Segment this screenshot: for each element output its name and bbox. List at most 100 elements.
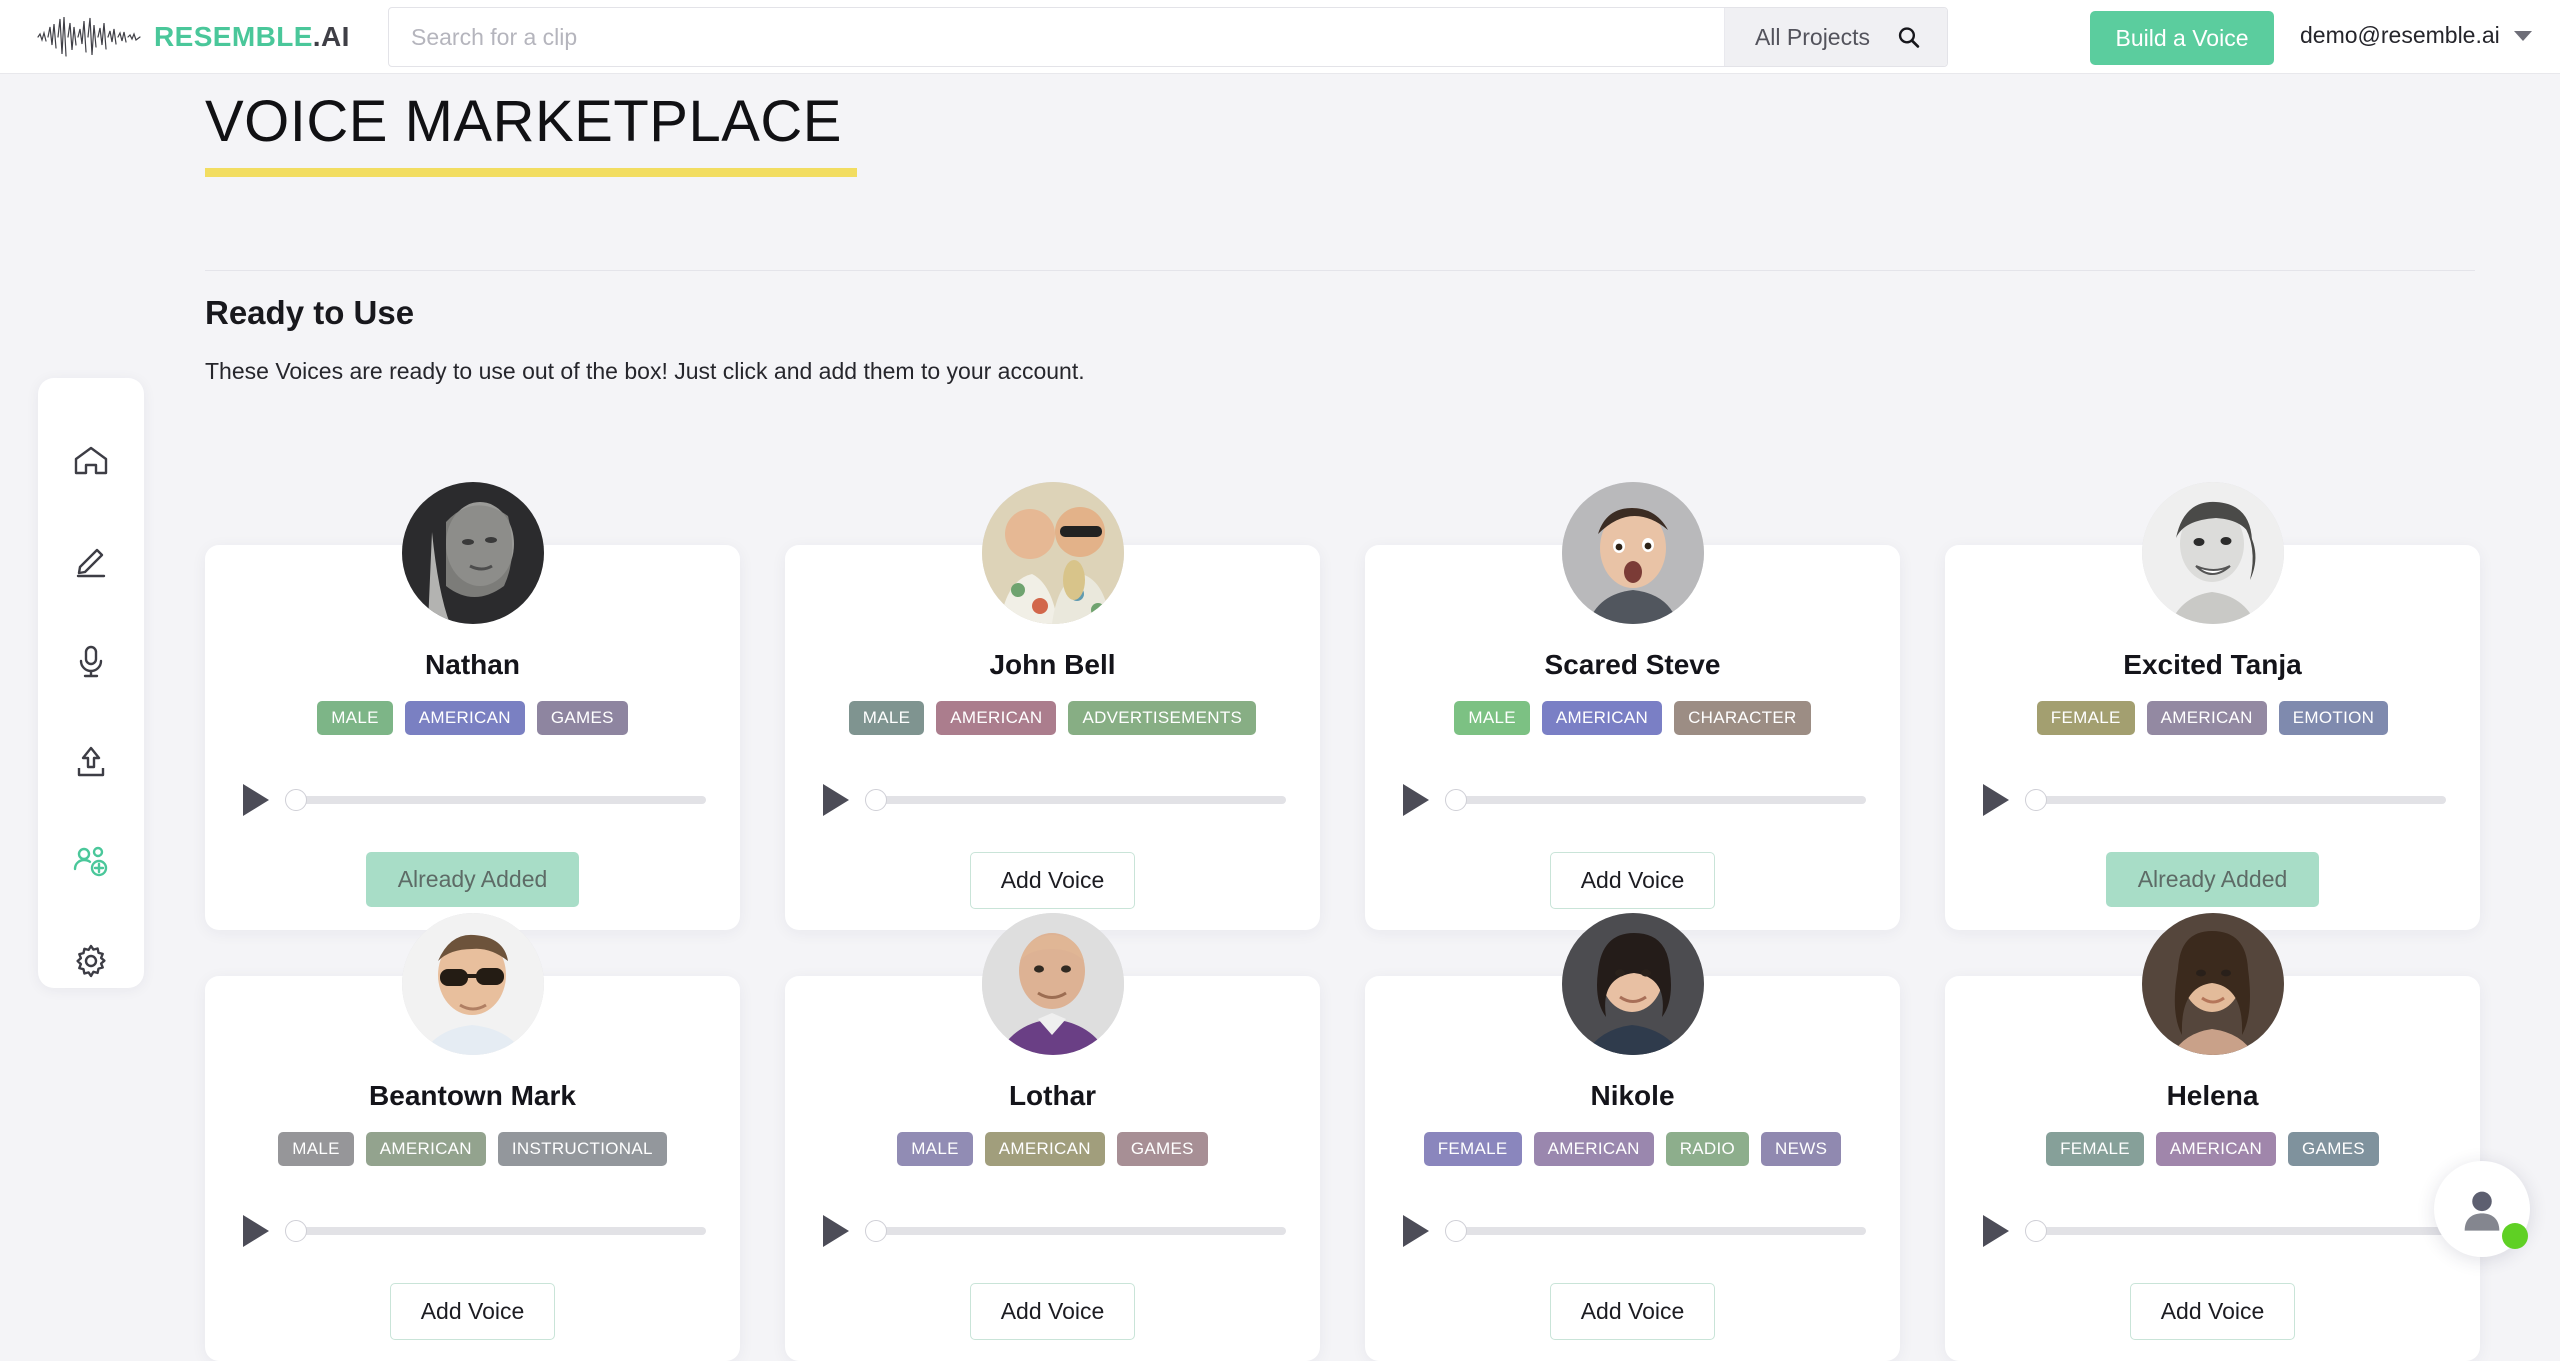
add-voice-button[interactable]: Add Voice bbox=[1550, 1283, 1716, 1340]
voice-tag[interactable]: MALE bbox=[1454, 701, 1530, 735]
brand-logo[interactable]: RESEMBLE.AI bbox=[36, 15, 386, 59]
slider-knob[interactable] bbox=[1445, 1220, 1467, 1242]
card-action-row: Add Voice bbox=[227, 1283, 718, 1340]
avatar-image bbox=[2142, 482, 2284, 624]
audio-player bbox=[243, 1215, 706, 1247]
add-voice-button[interactable]: Add Voice bbox=[2130, 1283, 2296, 1340]
voice-tag[interactable]: AMERICAN bbox=[1534, 1132, 1654, 1166]
voice-tag[interactable]: FEMALE bbox=[1424, 1132, 1522, 1166]
voice-tag[interactable]: AMERICAN bbox=[405, 701, 525, 735]
voice-card[interactable]: Excited TanjaFEMALEAMERICANEMOTIONAlread… bbox=[1945, 545, 2480, 930]
voice-tag[interactable]: GAMES bbox=[1117, 1132, 1208, 1166]
voice-tag[interactable]: AMERICAN bbox=[936, 701, 1056, 735]
voice-tag[interactable]: AMERICAN bbox=[366, 1132, 486, 1166]
play-icon[interactable] bbox=[1403, 784, 1429, 816]
progress-slider[interactable] bbox=[1447, 1227, 1866, 1235]
add-people-icon[interactable] bbox=[71, 841, 111, 881]
add-voice-button[interactable]: Add Voice bbox=[970, 1283, 1136, 1340]
waveform-icon bbox=[36, 15, 144, 59]
voice-tag[interactable]: RADIO bbox=[1666, 1132, 1749, 1166]
home-icon[interactable] bbox=[71, 441, 111, 481]
slider-knob[interactable] bbox=[2025, 789, 2047, 811]
voice-tag[interactable]: INSTRUCTIONAL bbox=[498, 1132, 667, 1166]
sidebar-item-gear[interactable] bbox=[68, 938, 114, 984]
microphone-icon[interactable] bbox=[71, 641, 111, 681]
voice-card[interactable]: HelenaFEMALEAMERICANGAMESAdd Voice bbox=[1945, 976, 2480, 1361]
search-icon[interactable] bbox=[1896, 25, 1921, 50]
user-avatar-icon bbox=[2456, 1183, 2508, 1235]
voice-tag[interactable]: FEMALE bbox=[2037, 701, 2135, 735]
progress-slider[interactable] bbox=[867, 1227, 1286, 1235]
voice-tag[interactable]: MALE bbox=[317, 701, 393, 735]
voice-tag-list: MALE AMERICAN INSTRUCTIONAL bbox=[227, 1132, 718, 1166]
slider-knob[interactable] bbox=[865, 1220, 887, 1242]
slider-knob[interactable] bbox=[285, 1220, 307, 1242]
progress-slider[interactable] bbox=[287, 796, 706, 804]
sidebar-item-upload[interactable] bbox=[68, 738, 114, 784]
voice-card[interactable]: Nathan MALE AMERICAN GAMES Already Added bbox=[205, 545, 740, 930]
gear-icon[interactable] bbox=[71, 941, 111, 981]
sidebar-item-home[interactable] bbox=[68, 438, 114, 484]
voice-card[interactable]: Beantown Mark MALE AMERICAN INSTRUCTIONAL Ad… bbox=[205, 976, 740, 1361]
progress-slider[interactable] bbox=[867, 796, 1286, 804]
account-menu[interactable]: demo@resemble.ai bbox=[2300, 22, 2532, 49]
progress-slider[interactable] bbox=[287, 1227, 706, 1235]
edit-icon[interactable] bbox=[71, 541, 111, 581]
voice-card[interactable]: NikoleFEMALEAMERICANRADIONEWSAdd Voice bbox=[1365, 976, 1900, 1361]
sidebar-item-microphone[interactable] bbox=[68, 638, 114, 684]
search-bar[interactable]: All Projects bbox=[388, 7, 1948, 67]
card-action-row: Already Added bbox=[1967, 852, 2458, 907]
voice-tag[interactable]: AMERICAN bbox=[2156, 1132, 2276, 1166]
voice-tag[interactable]: AMERICAN bbox=[2147, 701, 2267, 735]
voice-tag[interactable]: GAMES bbox=[537, 701, 628, 735]
voice-tag[interactable]: MALE bbox=[849, 701, 925, 735]
voice-card[interactable]: LotharMALEAMERICANGAMESAdd Voice bbox=[785, 976, 1320, 1361]
voice-name: Nathan bbox=[227, 649, 718, 681]
sidebar-item-edit[interactable] bbox=[68, 538, 114, 584]
progress-slider[interactable] bbox=[1447, 796, 1866, 804]
voice-tag[interactable]: CHARACTER bbox=[1674, 701, 1811, 735]
progress-slider[interactable] bbox=[2027, 796, 2446, 804]
card-action-row: Add Voice bbox=[807, 1283, 1298, 1340]
build-a-voice-button[interactable]: Build a Voice bbox=[2090, 11, 2274, 65]
voice-name: Beantown Mark bbox=[227, 1080, 718, 1112]
voice-tag[interactable]: MALE bbox=[278, 1132, 354, 1166]
search-input[interactable] bbox=[389, 8, 1724, 66]
voice-card[interactable]: John BellMALEAMERICANADVERTISEMENTSAdd V… bbox=[785, 545, 1320, 930]
voice-tag[interactable]: ADVERTISEMENTS bbox=[1068, 701, 1256, 735]
play-icon[interactable] bbox=[243, 1215, 269, 1247]
voice-tag[interactable]: MALE bbox=[897, 1132, 973, 1166]
add-voice-button[interactable]: Add Voice bbox=[1550, 852, 1716, 909]
voice-tag[interactable]: AMERICAN bbox=[985, 1132, 1105, 1166]
add-voice-button[interactable]: Add Voice bbox=[970, 852, 1136, 909]
play-icon[interactable] bbox=[1403, 1215, 1429, 1247]
voice-avatar bbox=[2142, 482, 2284, 624]
play-icon[interactable] bbox=[1983, 784, 2009, 816]
play-icon[interactable] bbox=[823, 784, 849, 816]
voice-tag[interactable]: GAMES bbox=[2288, 1132, 2379, 1166]
chevron-down-icon[interactable] bbox=[2514, 31, 2532, 41]
slider-knob[interactable] bbox=[1445, 789, 1467, 811]
all-projects-filter[interactable]: All Projects bbox=[1724, 8, 1947, 66]
slider-knob[interactable] bbox=[2025, 1220, 2047, 1242]
slider-knob[interactable] bbox=[865, 789, 887, 811]
voice-tag[interactable]: EMOTION bbox=[2279, 701, 2388, 735]
support-chat-button[interactable] bbox=[2434, 1161, 2530, 1257]
voice-avatar bbox=[982, 913, 1124, 1055]
already-added-button[interactable]: Already Added bbox=[2106, 852, 2320, 907]
avatar-image bbox=[1562, 913, 1704, 1055]
voice-tag[interactable]: NEWS bbox=[1761, 1132, 1841, 1166]
sidebar-item-add-people[interactable] bbox=[68, 838, 114, 884]
voice-card[interactable]: Scared Steve MALE AMERICAN CHARACTER Add Voi… bbox=[1365, 545, 1900, 930]
slider-knob[interactable] bbox=[285, 789, 307, 811]
play-icon[interactable] bbox=[1983, 1215, 2009, 1247]
play-icon[interactable] bbox=[823, 1215, 849, 1247]
progress-slider[interactable] bbox=[2027, 1227, 2446, 1235]
play-icon[interactable] bbox=[243, 784, 269, 816]
upload-icon[interactable] bbox=[71, 741, 111, 781]
voice-tag[interactable]: AMERICAN bbox=[1542, 701, 1662, 735]
voice-tag[interactable]: FEMALE bbox=[2046, 1132, 2144, 1166]
already-added-button[interactable]: Already Added bbox=[366, 852, 580, 907]
voice-name: Scared Steve bbox=[1387, 649, 1878, 681]
add-voice-button[interactable]: Add Voice bbox=[390, 1283, 556, 1340]
